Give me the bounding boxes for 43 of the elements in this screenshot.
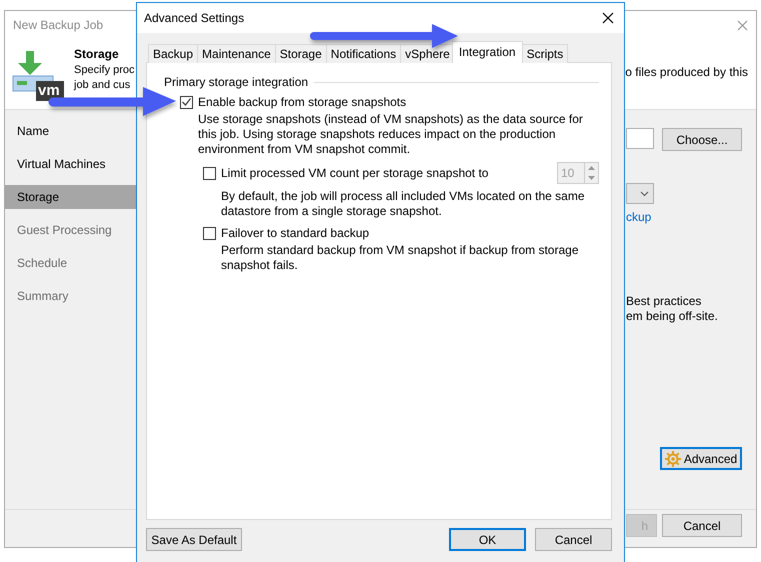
dialog-button[interactable]: OK <box>449 528 526 551</box>
path-field[interactable] <box>626 128 654 149</box>
step-item[interactable]: Virtual Machines <box>5 152 136 185</box>
tab[interactable]: vSphere <box>400 44 455 63</box>
step-item[interactable]: Storage <box>5 185 136 209</box>
dropdown[interactable] <box>626 183 654 204</box>
step-item[interactable]: Name <box>5 119 136 152</box>
tab[interactable]: Storage <box>274 44 327 63</box>
option-description: By default, the job will process all included VMs located on the same datastore from a single storage snapshot. <box>221 189 586 219</box>
storage-icon <box>12 51 64 101</box>
dialog-button[interactable]: Save As Default <box>146 528 242 551</box>
note-text: Best practices <box>626 294 702 309</box>
close-icon[interactable] <box>602 12 614 24</box>
option-label[interactable]: Enable backup from storage snapshots <box>198 95 406 109</box>
tab[interactable]: Backup <box>148 44 198 63</box>
footer-button[interactable]: Cancel <box>662 514 742 537</box>
tab[interactable]: Scripts <box>522 44 568 63</box>
tab[interactable]: Maintenance <box>197 44 276 63</box>
step-title: Storage <box>74 47 120 61</box>
option-label[interactable]: Failover to standard backup <box>221 226 370 240</box>
checkbox[interactable] <box>203 226 216 240</box>
option-label[interactable]: Limit processed VM count per storage snapshot to <box>221 166 488 180</box>
advanced-button[interactable]: Advanced <box>660 447 742 470</box>
checkbox[interactable] <box>203 166 216 180</box>
checkbox[interactable] <box>180 96 193 108</box>
step-description: Specify proc <box>74 63 135 78</box>
option-description: Perform standard backup from VM snapshot if backup from storage snapshot fails. <box>221 243 580 273</box>
dialog-title: Advanced Settings <box>144 11 244 25</box>
note-text: em being off-site. <box>626 309 719 324</box>
icon-label: vm <box>38 83 60 99</box>
choose-button[interactable]: Choose... <box>662 128 742 151</box>
tab[interactable]: Integration <box>452 41 523 63</box>
window-title: New Backup Job <box>13 18 104 32</box>
check-icon <box>182 98 191 106</box>
step-description: job and cus <box>74 78 132 93</box>
chevron-icon <box>640 190 649 196</box>
option-description: Use storage snapshots (instead of VM snapshots) as the data source for this job. Using storage snapshots reduces impact on the production environment from VM snapshot commit. <box>198 112 584 157</box>
step-description: o files produced by this <box>625 65 748 79</box>
gear-icon <box>664 450 681 466</box>
group-label: Primary storage integration <box>164 75 308 89</box>
link[interactable]: ckup <box>626 210 742 224</box>
dialog-button[interactable]: Cancel <box>535 528 612 551</box>
tab[interactable]: Notifications <box>326 44 402 63</box>
